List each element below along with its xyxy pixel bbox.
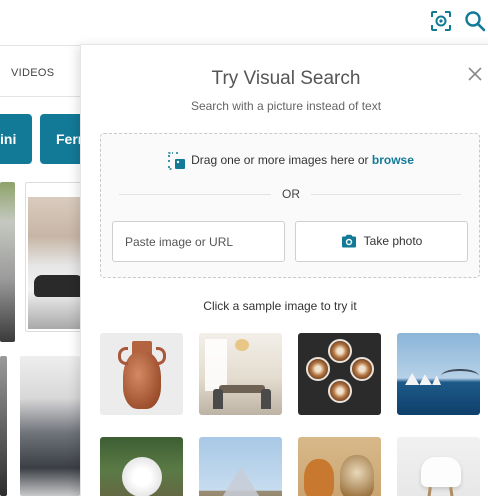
sample-image-dogs[interactable] <box>298 437 381 496</box>
chip-label: ini <box>0 131 17 147</box>
corgi <box>304 459 334 496</box>
image-url-input[interactable] <box>112 221 285 262</box>
coffee-cup <box>328 379 352 403</box>
close-icon <box>468 67 482 81</box>
harbour-bridge-shape <box>441 369 479 383</box>
sample-image-dining-room[interactable] <box>199 333 282 415</box>
coffee-cup <box>328 339 352 363</box>
sample-image-louvre-pyramid[interactable] <box>199 437 282 496</box>
glass-pyramid <box>221 467 261 496</box>
search-icon[interactable] <box>464 10 486 32</box>
sample-image-latte-cups[interactable] <box>298 333 381 415</box>
visual-search-icon[interactable] <box>430 10 452 32</box>
chair <box>261 389 271 409</box>
vase-handle <box>156 347 166 365</box>
related-chip[interactable]: ini <box>0 114 32 164</box>
sample-image-white-chair[interactable] <box>397 437 480 496</box>
take-photo-button[interactable]: Take photo <box>295 221 468 262</box>
sample-image-white-rose[interactable] <box>100 437 183 496</box>
window <box>205 339 227 391</box>
result-image[interactable] <box>25 182 85 332</box>
chair-leg <box>425 486 432 496</box>
take-photo-label: Take photo <box>363 234 423 248</box>
car-photo <box>28 197 84 329</box>
rose-bloom <box>122 457 162 496</box>
chandelier <box>235 339 249 351</box>
sample-image-sydney-opera-house[interactable] <box>397 333 480 415</box>
camera-icon <box>341 234 357 248</box>
sample-title: Click a sample image to try it <box>203 299 357 313</box>
image-drop-zone[interactable]: Drag one or more images here or browse O… <box>100 133 480 278</box>
opera-house-shape <box>405 373 441 385</box>
results-tabs: VIDEOS <box>0 47 80 97</box>
vase-handle <box>118 347 128 365</box>
tab-videos[interactable]: VIDEOS <box>11 67 54 79</box>
chair <box>213 389 223 409</box>
result-image[interactable] <box>0 182 15 342</box>
drag-instructions: Drag one or more images here or browse <box>101 152 481 170</box>
visual-search-panel: Try Visual Search Search with a picture … <box>80 44 488 496</box>
coffee-cup <box>306 357 330 381</box>
terrier <box>340 455 374 496</box>
chair-seat <box>421 457 461 487</box>
chair-leg <box>449 486 456 496</box>
panel-subtitle: Search with a picture instead of text <box>190 99 382 113</box>
close-button[interactable] <box>467 66 483 82</box>
result-image[interactable] <box>0 356 7 496</box>
top-bar <box>0 0 488 46</box>
or-label: OR <box>271 187 311 201</box>
sample-image-vase[interactable] <box>100 333 183 415</box>
result-image[interactable] <box>20 356 80 496</box>
coffee-cup <box>350 357 374 381</box>
browse-link[interactable]: browse <box>372 153 414 167</box>
drag-text: Drag one or more images here or <box>191 153 372 168</box>
dining-table <box>219 385 265 393</box>
drag-image-icon <box>168 152 186 170</box>
panel-title: Try Visual Search <box>211 68 361 89</box>
